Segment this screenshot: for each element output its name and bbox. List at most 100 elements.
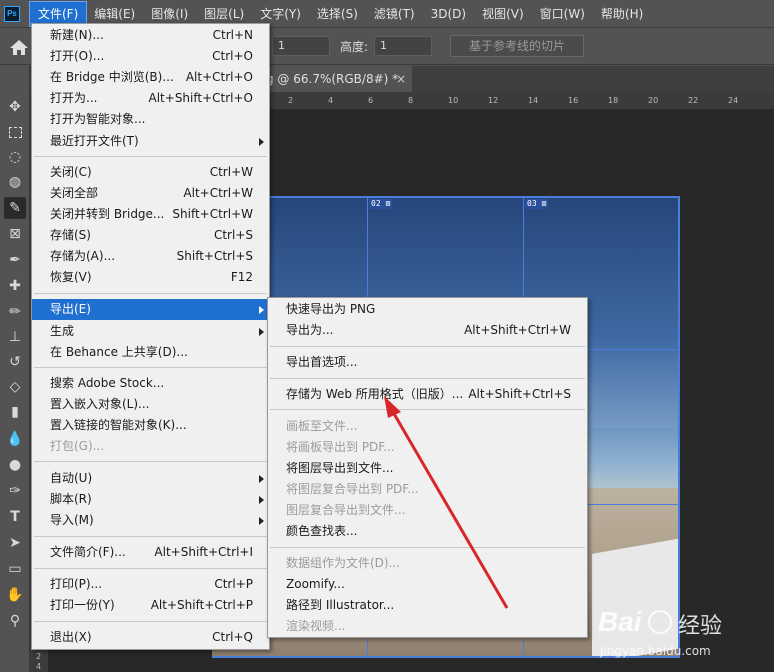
file-menu-item-25[interactable]: 退出(X) Ctrl+Q (32, 627, 269, 648)
export-menu-item-12[interactable]: 路径到 Illustrator... (268, 595, 587, 616)
ruler-tick-label: 18 (608, 96, 619, 105)
export-menu-item-9[interactable]: 颜色查找表... (268, 521, 587, 542)
menu-image[interactable]: 图像(I) (143, 2, 196, 26)
menu-file[interactable]: 文件(F) (28, 0, 88, 27)
eyedropper-tool-icon[interactable]: ✒ (4, 249, 26, 271)
file-menu-item-8[interactable]: 关闭并转到 Bridge... Shift+Ctrl+W (32, 204, 269, 225)
file-menu-item-label: 打开(O)... (50, 49, 105, 63)
pen-tool-icon[interactable]: ✑ (4, 480, 26, 502)
file-menu-item-10[interactable]: 存储为(A)... Shift+Ctrl+S (32, 246, 269, 267)
slice-tool-icon[interactable]: ✎ (4, 197, 26, 219)
export-menu-item-4: 画板至文件... (268, 416, 587, 437)
file-menu-item-20[interactable]: 脚本(R) (32, 489, 269, 510)
file-menu-item-12[interactable]: 导出(E) (32, 299, 269, 320)
export-menu-item-1[interactable]: 导出为... Alt+Shift+Ctrl+W (268, 320, 587, 341)
export-menu-item-label: 图层复合导出到文件... (286, 503, 406, 517)
slice-tag-02[interactable]: 02 ⊠ (369, 199, 393, 209)
document-tab[interactable]: g @ 66.7%(RGB/8#) * × (262, 66, 412, 92)
file-menu-item-0[interactable]: 新建(N)... Ctrl+N (32, 25, 269, 46)
file-menu-item-14[interactable]: 在 Behance 上共享(D)... (32, 342, 269, 363)
ruler-tick-label: 20 (648, 96, 659, 105)
export-menu-item-3[interactable]: 存储为 Web 所用格式（旧版）... Alt+Shift+Ctrl+S (268, 384, 587, 405)
file-menu-item-23[interactable]: 打印(P)... Ctrl+P (32, 574, 269, 595)
menu-help[interactable]: 帮助(H) (593, 2, 651, 26)
file-menu-item-5[interactable]: 最近打开文件(T) (32, 131, 269, 152)
menu-type[interactable]: 文字(Y) (252, 2, 309, 26)
gradient-tool-icon[interactable]: ▮ (4, 401, 26, 423)
slice-number: 02 (371, 199, 381, 208)
quick-select-tool-icon[interactable]: ◍ (4, 171, 26, 193)
watermark-brand: Bai (598, 606, 642, 637)
stamp-tool-icon[interactable]: ⊥ (4, 326, 26, 348)
width-input[interactable]: 1 (272, 36, 330, 56)
brush-tool-icon[interactable]: ✏ (4, 301, 26, 323)
file-menu-item-shortcut: Shift+Ctrl+S (176, 249, 253, 263)
healing-brush-tool-icon[interactable]: ✚ (4, 275, 26, 297)
file-menu-item-4[interactable]: 打开为智能对象... (32, 109, 269, 130)
file-menu-item-21[interactable]: 导入(M) (32, 510, 269, 531)
menu-separator (34, 536, 267, 537)
file-menu-item-shortcut: Ctrl+S (213, 228, 253, 242)
file-menu-item-shortcut: Ctrl+N (212, 28, 253, 42)
file-menu-item-7[interactable]: 关闭全部 Alt+Ctrl+W (32, 183, 269, 204)
file-menu-item-19[interactable]: 自动(U) (32, 468, 269, 489)
export-submenu: 快速导出为 PNG 导出为... Alt+Shift+Ctrl+W 导出首选项... 存… (267, 297, 588, 638)
file-menu-item-label: 打开为智能对象... (50, 112, 146, 126)
hand-tool-icon[interactable]: ✋ (4, 584, 26, 606)
slices-from-guides-button[interactable]: 基于参考线的切片 (450, 35, 584, 57)
close-tab-icon[interactable]: × (396, 66, 406, 92)
menu-separator (270, 346, 585, 347)
file-menu-item-13[interactable]: 生成 (32, 321, 269, 342)
file-menu-item-16[interactable]: 置入嵌入对象(L)... (32, 394, 269, 415)
ruler-tick-label: 8 (408, 96, 414, 105)
file-menu-item-shortcut: Shift+Ctrl+W (172, 207, 253, 221)
type-tool-icon[interactable]: T (4, 506, 26, 528)
home-icon[interactable] (8, 37, 30, 57)
menu-window[interactable]: 窗口(W) (532, 2, 593, 26)
export-menu-item-label: 存储为 Web 所用格式（旧版）... (286, 387, 464, 401)
file-menu-item-label: 生成 (50, 324, 75, 338)
export-menu-item-6[interactable]: 将图层导出到文件... (268, 458, 587, 479)
export-menu-item-2[interactable]: 导出首选项... (268, 352, 587, 373)
menu-view[interactable]: 视图(V) (474, 2, 532, 26)
file-menu-item-11[interactable]: 恢复(V) F12 (32, 267, 269, 288)
menu-separator (34, 293, 267, 294)
height-input[interactable]: 1 (374, 36, 432, 56)
export-menu-item-shortcut: Alt+Shift+Ctrl+W (464, 323, 571, 337)
export-menu-item-label: 快速导出为 PNG (286, 302, 376, 316)
path-select-tool-icon[interactable]: ➤ (4, 532, 26, 554)
file-menu-item-6[interactable]: 关闭(C) Ctrl+W (32, 162, 269, 183)
file-menu-item-shortcut: Alt+Ctrl+O (185, 70, 253, 84)
file-menu-item-22[interactable]: 文件简介(F)... Alt+Shift+Ctrl+I (32, 542, 269, 563)
file-menu-item-1[interactable]: 打开(O)... Ctrl+O (32, 46, 269, 67)
photoshop-logo-icon[interactable]: Ps (4, 5, 20, 22)
file-menu-item-label: 恢复(V) (50, 270, 92, 284)
file-menu-item-15[interactable]: 搜索 Adobe Stock... (32, 373, 269, 394)
frame-tool-icon[interactable]: ⊠ (4, 223, 26, 245)
export-menu-item-label: 将图层导出到文件... (286, 461, 394, 475)
file-menu-item-24[interactable]: 打印一份(Y) Alt+Shift+Ctrl+P (32, 595, 269, 616)
file-menu-item-2[interactable]: 在 Bridge 中浏览(B)... Alt+Ctrl+O (32, 67, 269, 88)
shape-tool-icon[interactable]: ▭ (4, 558, 26, 580)
marquee-tool-icon[interactable] (4, 121, 26, 143)
blur-tool-icon[interactable]: 💧 (4, 428, 26, 450)
zoom-tool-icon[interactable]: ⚲ (4, 610, 26, 632)
menu-filter[interactable]: 滤镜(T) (366, 2, 423, 26)
file-menu-item-3[interactable]: 打开为... Alt+Shift+Ctrl+O (32, 88, 269, 109)
lasso-tool-icon[interactable]: ◌ (4, 146, 26, 168)
history-brush-tool-icon[interactable]: ↺ (4, 351, 26, 373)
file-menu-item-label: 搜索 Adobe Stock... (50, 376, 165, 390)
export-menu-item-0[interactable]: 快速导出为 PNG (268, 299, 587, 320)
file-menu-item-9[interactable]: 存储(S) Ctrl+S (32, 225, 269, 246)
move-tool-icon[interactable]: ✥ (4, 96, 26, 118)
dodge-tool-icon[interactable]: ● (4, 454, 26, 476)
slice-tag-03[interactable]: 03 ⊠ (525, 199, 549, 209)
menu-layer[interactable]: 图层(L) (196, 2, 252, 26)
menu-edit[interactable]: 编辑(E) (86, 2, 143, 26)
eraser-tool-icon[interactable]: ◇ (4, 376, 26, 398)
file-menu-item-17[interactable]: 置入链接的智能对象(K)... (32, 415, 269, 436)
export-menu-item-11[interactable]: Zoomify... (268, 574, 587, 595)
file-menu-item-label: 关闭全部 (50, 186, 99, 200)
menu-select[interactable]: 选择(S) (309, 2, 366, 26)
menu-3d[interactable]: 3D(D) (423, 2, 474, 26)
